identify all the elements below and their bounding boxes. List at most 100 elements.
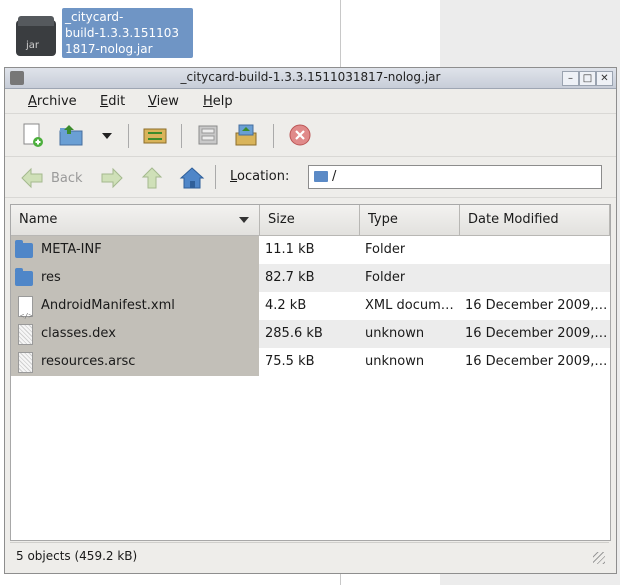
location-label: Location: bbox=[230, 169, 289, 184]
table-row[interactable]: resources.arsc 75.5 kB unknown 16 Decemb… bbox=[11, 348, 610, 376]
menu-help-label: elp bbox=[212, 94, 233, 109]
column-header-name-label: Name bbox=[19, 212, 58, 227]
file-name: res bbox=[41, 270, 61, 285]
file-size: 11.1 kB bbox=[265, 242, 315, 257]
column-header-date-modified[interactable]: Date Modified bbox=[460, 205, 610, 235]
title-bar[interactable]: _citycard-build-1.3.3.1511031817-nolog.j… bbox=[5, 68, 616, 89]
folder-icon bbox=[15, 240, 33, 258]
file-name: META-INF bbox=[41, 242, 102, 257]
extract-svg bbox=[198, 125, 218, 145]
location-value: / bbox=[332, 169, 337, 184]
column-header-name[interactable]: Name bbox=[11, 205, 260, 235]
menu-help[interactable]: Help bbox=[203, 94, 233, 109]
xml-file-icon: </> bbox=[18, 296, 33, 320]
xml-tag-glyph: </> bbox=[20, 312, 33, 320]
menu-bar: Archive Edit View Help bbox=[5, 89, 616, 114]
toolbar-separator bbox=[181, 124, 182, 148]
window-title: _citycard-build-1.3.3.1511031817-nolog.j… bbox=[180, 70, 441, 84]
dropdown-arrow-icon[interactable] bbox=[99, 121, 115, 149]
desktop-label-line: _citycard- bbox=[65, 10, 124, 24]
table-row[interactable]: classes.dex 285.6 kB unknown 16 December… bbox=[11, 320, 610, 348]
file-name-cell: res bbox=[11, 264, 259, 292]
archive-manager-window: _citycard-build-1.3.3.1511031817-nolog.j… bbox=[4, 67, 617, 574]
column-header-type[interactable]: Type bbox=[360, 205, 460, 235]
toolbar-separator bbox=[273, 124, 274, 148]
file-date: 16 December 2009,… bbox=[465, 326, 608, 341]
dropdown-arrow-svg bbox=[102, 133, 112, 139]
file-name: AndroidManifest.xml bbox=[41, 298, 175, 313]
forward-button[interactable] bbox=[99, 165, 125, 191]
menu-view[interactable]: View bbox=[148, 94, 179, 109]
location-label-text: ocation: bbox=[237, 169, 290, 184]
status-bar: 5 objects (459.2 kB) bbox=[10, 542, 609, 568]
reload-svg bbox=[143, 128, 167, 144]
extract-icon[interactable] bbox=[194, 121, 222, 149]
toolbar bbox=[5, 114, 616, 157]
file-size: 82.7 kB bbox=[265, 270, 315, 285]
jar-icon-tag: jar bbox=[26, 40, 40, 51]
open-archive-svg bbox=[59, 125, 83, 146]
file-date bbox=[465, 236, 608, 264]
folder-icon bbox=[314, 171, 328, 182]
file-size: 4.2 kB bbox=[265, 298, 307, 313]
file-icon bbox=[18, 324, 33, 345]
open-archive-icon[interactable] bbox=[57, 121, 85, 149]
menu-archive-mnemonic: A bbox=[28, 94, 37, 109]
file-icon bbox=[18, 352, 33, 373]
sort-descending-icon bbox=[239, 217, 249, 223]
menu-edit-label: dit bbox=[108, 94, 126, 109]
new-archive-svg bbox=[23, 123, 43, 147]
file-date: 16 December 2009,… bbox=[465, 298, 608, 313]
stop-icon[interactable] bbox=[286, 121, 314, 149]
desktop-label-line: 1817-nolog.jar bbox=[65, 42, 153, 56]
menu-edit-mnemonic: E bbox=[100, 94, 109, 109]
file-name-cell: META-INF bbox=[11, 236, 259, 264]
file-type: unknown bbox=[365, 326, 425, 341]
table-row[interactable]: res 82.7 kB Folder bbox=[11, 264, 610, 292]
file-name-cell: resources.arsc bbox=[11, 348, 259, 376]
location-input[interactable]: / bbox=[308, 165, 602, 189]
resize-grip-icon[interactable] bbox=[593, 552, 605, 564]
forward-arrow-icon bbox=[101, 167, 123, 189]
reload-icon[interactable] bbox=[141, 121, 169, 149]
desktop-file-label[interactable]: _citycard- build-1.3.3.151103 1817-nolog… bbox=[62, 8, 193, 58]
home-button[interactable] bbox=[179, 165, 205, 191]
file-name-cell: classes.dex bbox=[11, 320, 259, 348]
file-date bbox=[465, 264, 608, 292]
table-row[interactable]: META-INF 11.1 kB Folder bbox=[11, 236, 610, 264]
menu-help-mnemonic: H bbox=[203, 94, 213, 109]
new-archive-icon[interactable] bbox=[19, 121, 47, 149]
add-files-svg bbox=[235, 124, 257, 146]
close-button[interactable]: ✕ bbox=[596, 71, 613, 86]
jar-file-icon[interactable]: jar bbox=[16, 16, 58, 58]
up-button[interactable] bbox=[139, 165, 165, 191]
maximize-button[interactable]: □ bbox=[579, 71, 596, 86]
minimize-button[interactable]: – bbox=[562, 71, 579, 86]
back-arrow-icon bbox=[21, 167, 43, 189]
file-name: classes.dex bbox=[41, 326, 116, 341]
file-type: XML docum… bbox=[365, 298, 454, 313]
table-row[interactable]: </> AndroidManifest.xml 4.2 kB XML docum… bbox=[11, 292, 610, 320]
menu-view-label: iew bbox=[156, 94, 179, 109]
column-header-size[interactable]: Size bbox=[260, 205, 360, 235]
menu-edit[interactable]: Edit bbox=[100, 94, 125, 109]
status-text: 5 objects (459.2 kB) bbox=[16, 549, 138, 563]
menu-archive-label: rchive bbox=[36, 94, 77, 109]
file-list-header: Name Size Type Date Modified bbox=[11, 205, 610, 236]
jar-lid-shape bbox=[18, 16, 54, 26]
file-name: resources.arsc bbox=[41, 354, 136, 369]
file-name-cell: </> AndroidManifest.xml bbox=[11, 292, 259, 320]
back-label: Back bbox=[51, 170, 83, 186]
location-mnemonic: L bbox=[230, 169, 238, 184]
home-icon bbox=[179, 167, 205, 189]
file-size: 285.6 kB bbox=[265, 326, 323, 341]
file-list: Name Size Type Date Modified META-INF 11… bbox=[10, 204, 611, 541]
back-button[interactable]: Back bbox=[19, 165, 83, 191]
add-files-icon[interactable] bbox=[232, 121, 260, 149]
menu-archive[interactable]: Archive bbox=[28, 94, 77, 109]
up-arrow-icon bbox=[141, 167, 163, 189]
stop-svg bbox=[289, 124, 311, 146]
toolbar-separator bbox=[128, 124, 129, 148]
desktop-label-line: build-1.3.3.151103 bbox=[65, 26, 179, 40]
folder-icon bbox=[15, 268, 33, 286]
